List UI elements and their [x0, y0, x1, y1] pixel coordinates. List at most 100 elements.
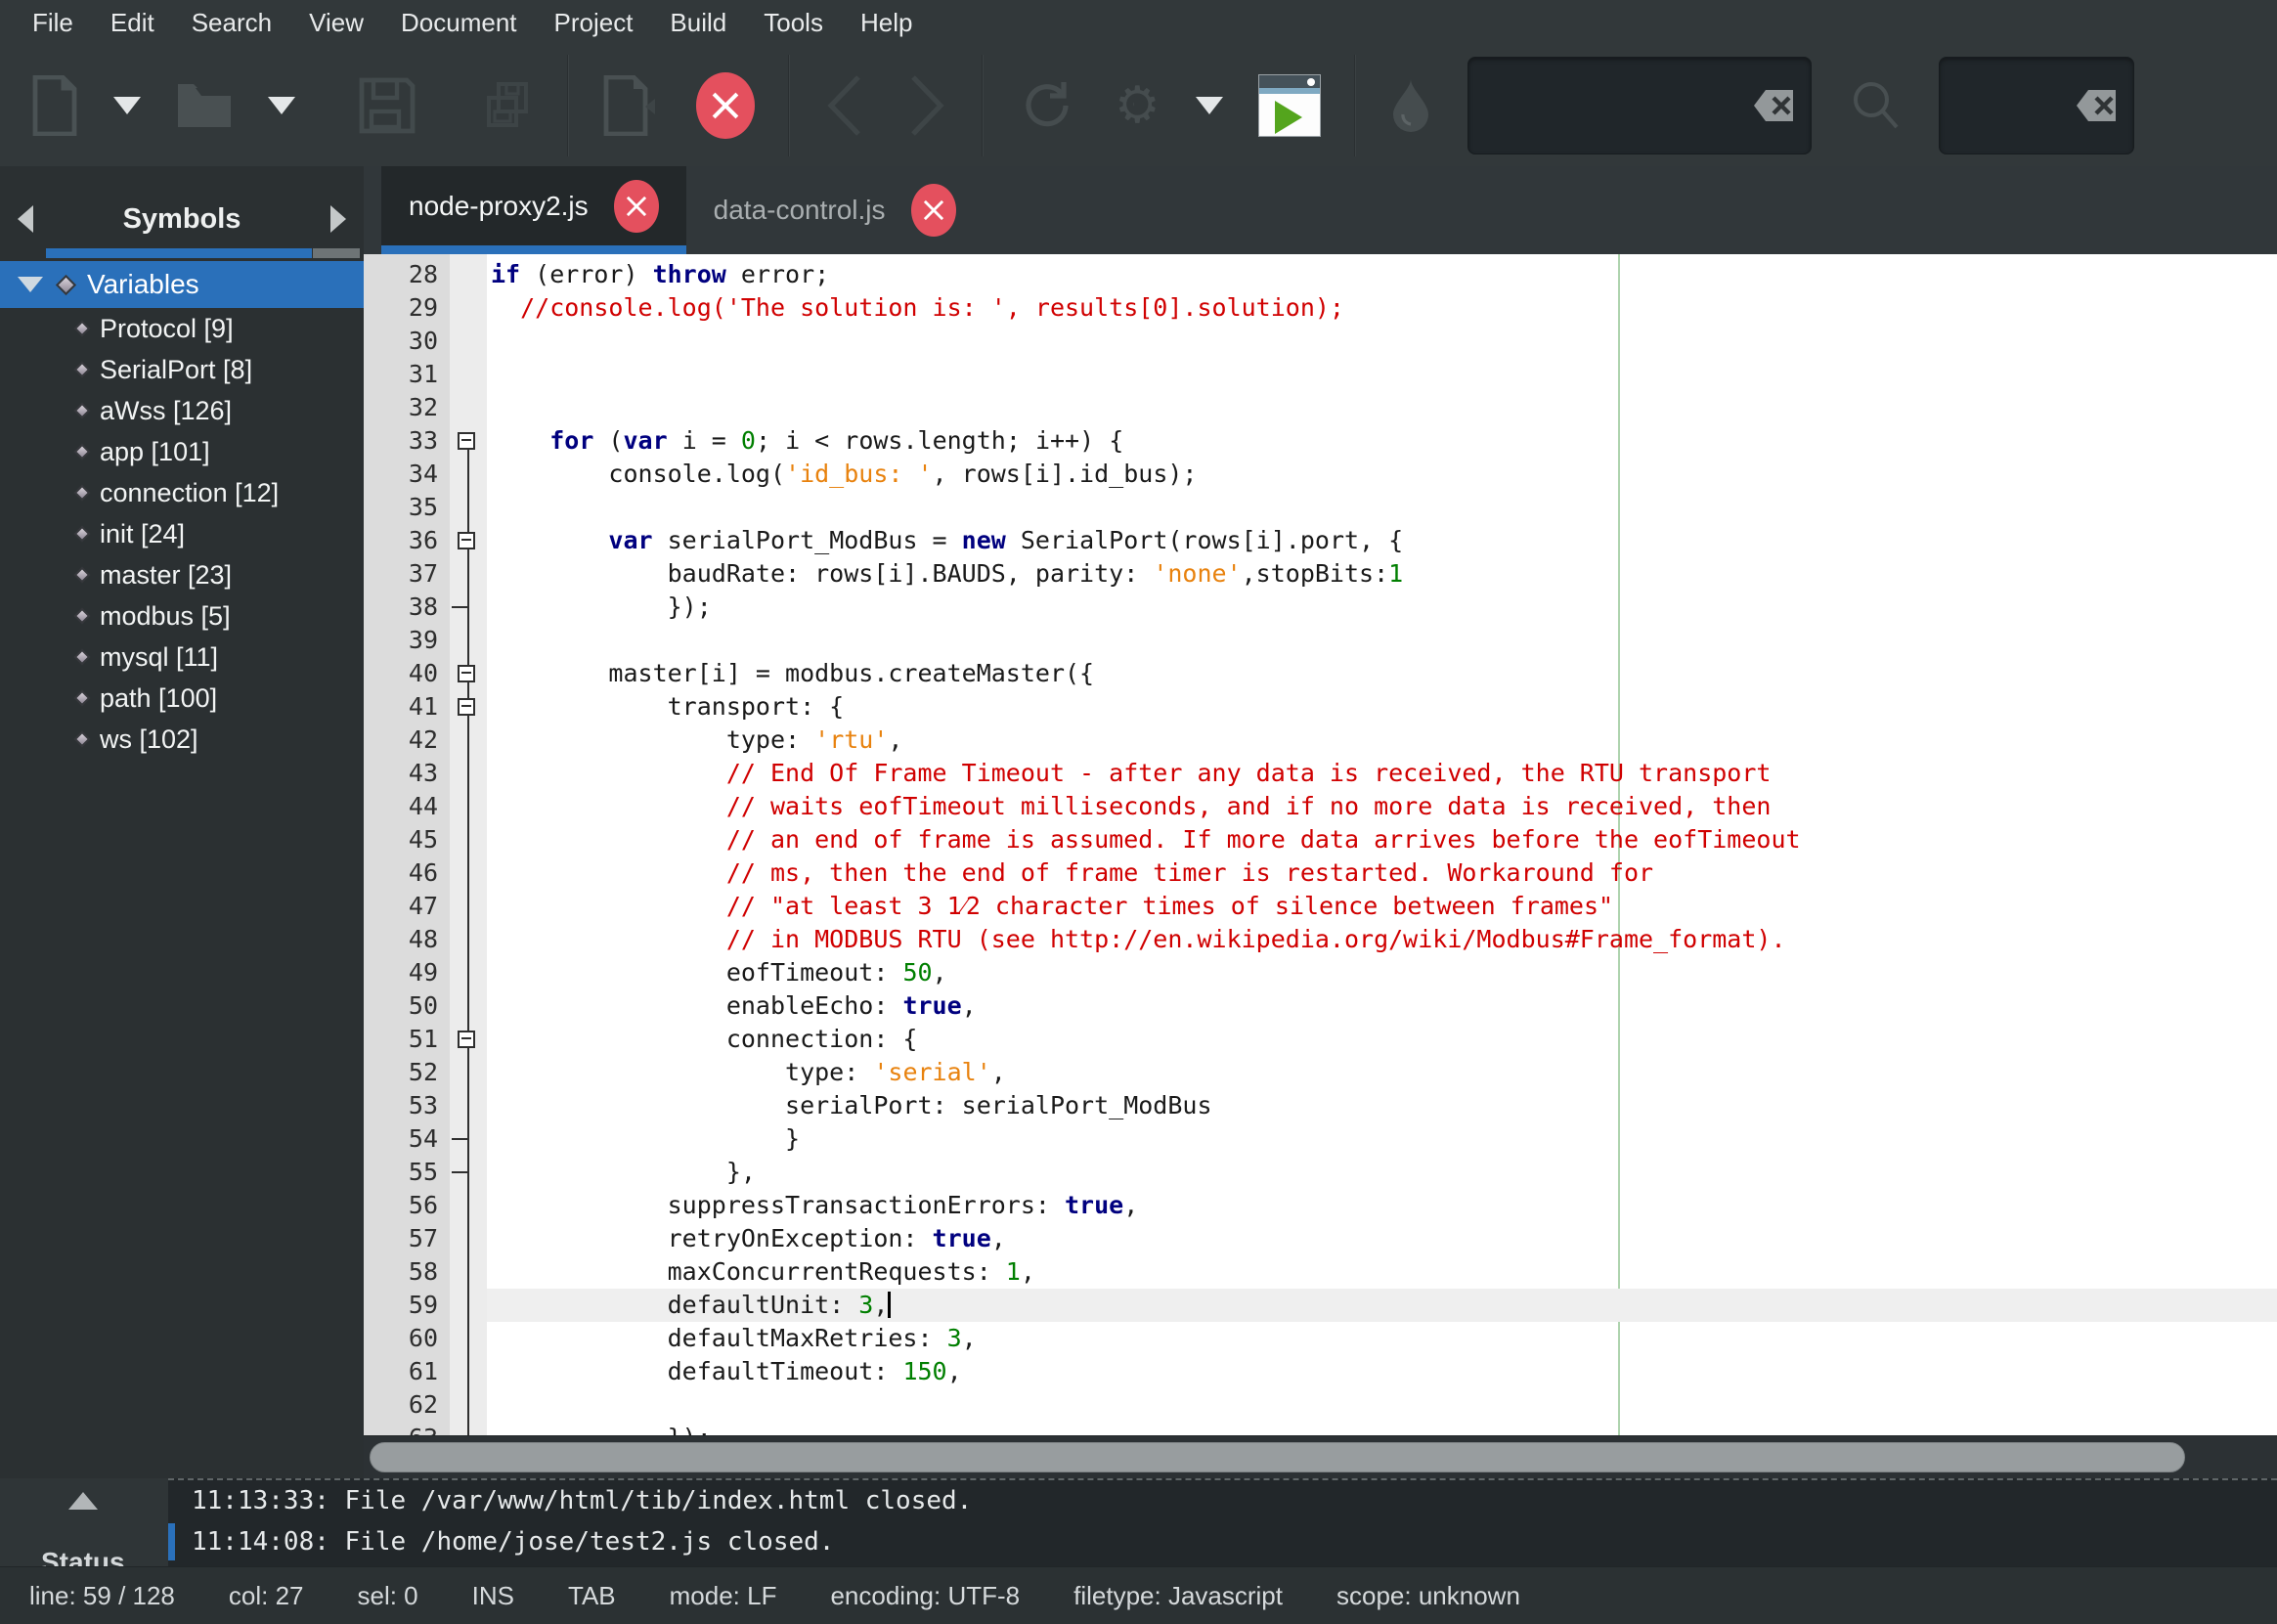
- revert-button[interactable]: [583, 59, 677, 153]
- tab-data-control.js[interactable]: data-control.js: [686, 166, 984, 254]
- code-line[interactable]: 58 maxConcurrentRequests: 1,: [364, 1255, 2277, 1289]
- fold-collapse-icon[interactable]: [458, 532, 475, 549]
- run-button[interactable]: [1239, 59, 1340, 153]
- code-line[interactable]: 59 defaultUnit: 3,: [364, 1289, 2277, 1322]
- tab-close-button[interactable]: [614, 180, 659, 233]
- expander-icon[interactable]: [18, 277, 43, 292]
- build-menu-button[interactable]: [1180, 59, 1239, 153]
- fold-collapse-icon[interactable]: [458, 1031, 475, 1048]
- scrollbar-thumb[interactable]: [370, 1442, 2185, 1472]
- code-line[interactable]: 29 //console.log('The solution is: ', re…: [364, 291, 2277, 325]
- code-line[interactable]: 46 // ms, then the end of frame timer is…: [364, 856, 2277, 890]
- code-line[interactable]: 63 });: [364, 1422, 2277, 1435]
- code-line[interactable]: 44 // waits eofTimeout milliseconds, and…: [364, 790, 2277, 823]
- menu-tools[interactable]: Tools: [745, 4, 842, 42]
- goto-line-clear-icon[interactable]: [2073, 86, 2120, 125]
- save-button[interactable]: [338, 59, 436, 153]
- symbol-item[interactable]: SerialPort [8]: [0, 349, 364, 390]
- symbol-item[interactable]: ws [102]: [0, 719, 364, 760]
- menu-view[interactable]: View: [290, 4, 382, 42]
- code-line[interactable]: 55 },: [364, 1156, 2277, 1189]
- menu-edit[interactable]: Edit: [92, 4, 173, 42]
- fold-collapse-icon[interactable]: [458, 698, 475, 716]
- message-tab-status[interactable]: Status: [41, 1547, 125, 1566]
- symbol-item[interactable]: mysql [11]: [0, 636, 364, 678]
- code-line[interactable]: 40 master[i] = modbus.createMaster({: [364, 657, 2277, 690]
- code-line[interactable]: 28if (error) throw error;: [364, 258, 2277, 291]
- new-file-button[interactable]: [0, 59, 100, 153]
- status-message[interactable]: 11:13:33: File /var/www/html/tib/index.h…: [168, 1480, 2277, 1521]
- menu-help[interactable]: Help: [842, 4, 931, 42]
- code-line[interactable]: 39: [364, 624, 2277, 657]
- code-line[interactable]: 36 var serialPort_ModBus = new SerialPor…: [364, 524, 2277, 557]
- tab-node-proxy2.js[interactable]: node-proxy2.js: [381, 166, 686, 254]
- new-file-menu-button[interactable]: [100, 59, 154, 153]
- code-line[interactable]: 33 for (var i = 0; i < rows.length; i++)…: [364, 424, 2277, 458]
- code-line[interactable]: 51 connection: {: [364, 1023, 2277, 1056]
- color-chooser-button[interactable]: [1370, 59, 1452, 153]
- code-line[interactable]: 35: [364, 491, 2277, 524]
- sidebar-next-tab-arrow[interactable]: [330, 205, 346, 233]
- open-file-button[interactable]: [154, 59, 254, 153]
- code-text: retryOnException: true,: [487, 1222, 2277, 1255]
- goto-line-input[interactable]: [1939, 57, 2134, 154]
- symbol-item[interactable]: aWss [126]: [0, 390, 364, 431]
- code-line[interactable]: 57 retryOnException: true,: [364, 1222, 2277, 1255]
- build-button[interactable]: ⚙: [1095, 59, 1180, 153]
- save-all-button[interactable]: [463, 59, 553, 153]
- code-line[interactable]: 34 console.log('id_bus: ', rows[i].id_bu…: [364, 458, 2277, 491]
- fold-cell: [450, 923, 487, 956]
- code-text: connection: {: [487, 1023, 2277, 1056]
- symbol-item[interactable]: master [23]: [0, 554, 364, 595]
- code-line[interactable]: 52 type: 'serial',: [364, 1056, 2277, 1089]
- code-line[interactable]: 49 eofTimeout: 50,: [364, 956, 2277, 989]
- symbol-item[interactable]: app [101]: [0, 431, 364, 472]
- fold-collapse-icon[interactable]: [458, 665, 475, 682]
- navigate-forward-button[interactable]: [886, 59, 968, 153]
- code-line[interactable]: 62: [364, 1388, 2277, 1422]
- code-line[interactable]: 42 type: 'rtu',: [364, 724, 2277, 757]
- fold-collapse-icon[interactable]: [458, 432, 475, 450]
- symbol-item[interactable]: connection [12]: [0, 472, 364, 513]
- code-line[interactable]: 61 defaultTimeout: 150,: [364, 1355, 2277, 1388]
- code-line[interactable]: 37 baudRate: rows[i].BAUDS, parity: 'non…: [364, 557, 2277, 591]
- navigate-back-button[interactable]: [804, 59, 886, 153]
- code-line[interactable]: 54 }: [364, 1122, 2277, 1156]
- search-button[interactable]: [1812, 59, 1939, 153]
- symbol-tree-root-variables[interactable]: Variables: [0, 261, 364, 308]
- code-line[interactable]: 47 // "at least 3 1⁄2 character times of…: [364, 890, 2277, 923]
- horizontal-scrollbar[interactable]: [364, 1435, 2277, 1478]
- search-input-clear-icon[interactable]: [1750, 86, 1797, 125]
- symbol-item[interactable]: init [24]: [0, 513, 364, 554]
- code-line[interactable]: 53 serialPort: serialPort_ModBus: [364, 1089, 2277, 1122]
- code-line[interactable]: 30: [364, 325, 2277, 358]
- code-line[interactable]: 48 // in MODBUS RTU (see http://en.wikip…: [364, 923, 2277, 956]
- code-editor[interactable]: 28if (error) throw error;29 //console.lo…: [364, 254, 2277, 1435]
- sidebar-tab-symbols[interactable]: Symbols: [33, 203, 330, 236]
- compile-button[interactable]: [997, 59, 1095, 153]
- code-line[interactable]: 60 defaultMaxRetries: 3,: [364, 1322, 2277, 1355]
- menu-build[interactable]: Build: [651, 4, 745, 42]
- open-file-menu-button[interactable]: [254, 59, 309, 153]
- collapse-up-icon[interactable]: [68, 1492, 98, 1510]
- menu-search[interactable]: Search: [173, 4, 290, 42]
- status-message[interactable]: 11:14:08: File /home/jose/test2.js close…: [168, 1521, 2277, 1562]
- symbol-item[interactable]: path [100]: [0, 678, 364, 719]
- code-line[interactable]: 41 transport: {: [364, 690, 2277, 724]
- symbol-item[interactable]: Protocol [9]: [0, 308, 364, 349]
- code-line[interactable]: 45 // an end of frame is assumed. If mor…: [364, 823, 2277, 856]
- code-line[interactable]: 43 // End Of Frame Timeout - after any d…: [364, 757, 2277, 790]
- menu-project[interactable]: Project: [536, 4, 652, 42]
- search-input[interactable]: [1467, 57, 1812, 154]
- menu-document[interactable]: Document: [382, 4, 536, 42]
- close-document-button[interactable]: [677, 59, 774, 153]
- sidebar-prev-tab-arrow[interactable]: [18, 205, 33, 233]
- code-line[interactable]: 38 });: [364, 591, 2277, 624]
- menu-file[interactable]: File: [14, 4, 92, 42]
- code-line[interactable]: 32: [364, 391, 2277, 424]
- code-line[interactable]: 50 enableEcho: true,: [364, 989, 2277, 1023]
- code-line[interactable]: 56 suppressTransactionErrors: true,: [364, 1189, 2277, 1222]
- symbol-item[interactable]: modbus [5]: [0, 595, 364, 636]
- code-line[interactable]: 31: [364, 358, 2277, 391]
- tab-close-button[interactable]: [911, 184, 956, 237]
